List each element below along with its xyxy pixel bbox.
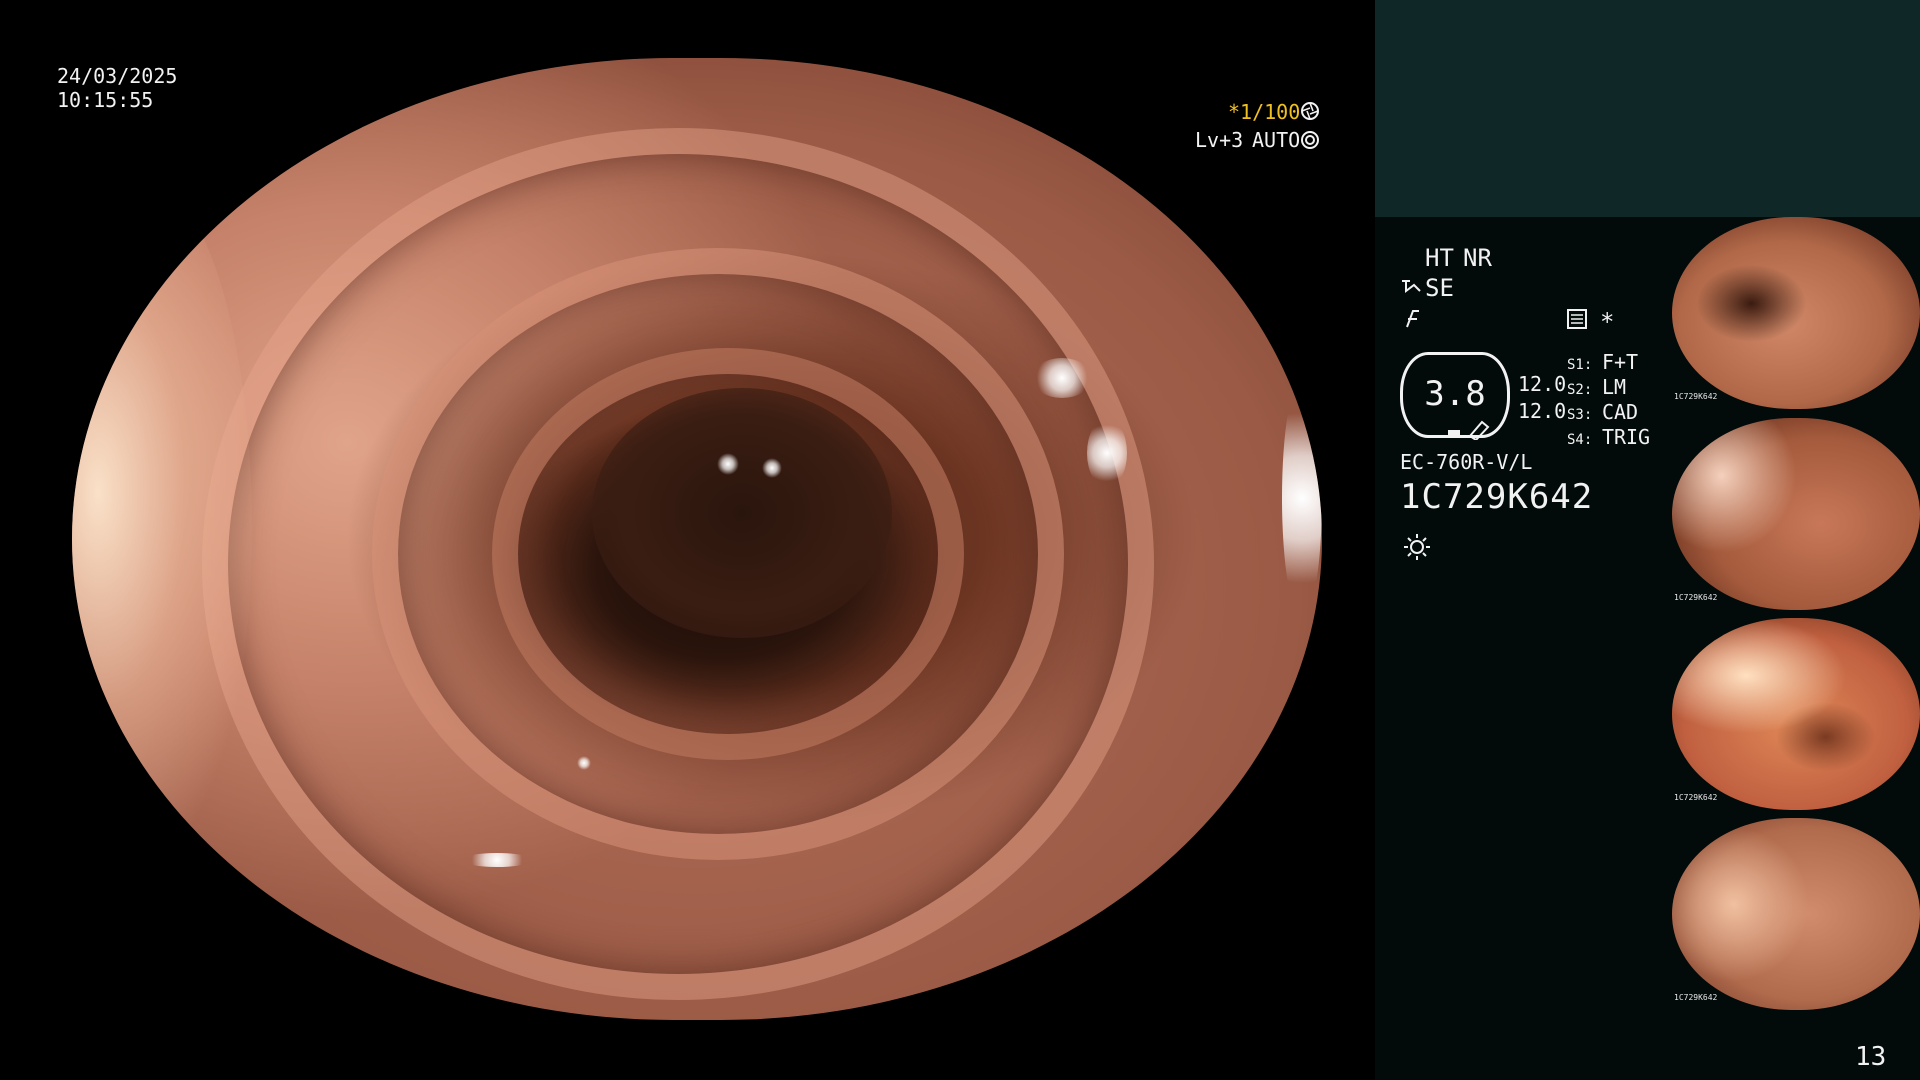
scope-model: EC-760R-V/L [1400,450,1533,474]
shutter-speed: *1/100 [1228,100,1301,124]
switch-value: LM [1601,375,1627,399]
switch-item: S3: CAD [1567,400,1639,424]
iris-mode: AUTO [1252,128,1301,152]
switch-value: F+T [1601,350,1639,374]
switch-key: S4 [1567,432,1584,448]
switch-value: TRIG [1601,425,1651,449]
zoom-value-2: 12.0 [1518,399,1567,423]
thumbnail-4[interactable] [1672,818,1920,1010]
thumbnail-3[interactable] [1672,618,1920,810]
page-number: 13 [1855,1042,1887,1072]
endoscope-view [72,58,1322,1020]
pencil-icon [1468,418,1492,444]
iris-icon [1300,130,1320,154]
zoom-value-1: 12.0 [1518,372,1567,396]
light-source-icon [1402,532,1432,566]
scale-bar [1448,430,1460,438]
switch-item: S2: LM [1567,375,1627,399]
exam-date: 24/03/2025 [57,64,178,88]
thumbnail-caption: 1C729K642 [1674,793,1718,802]
thumbnail-caption: 1C729K642 [1674,392,1718,401]
color-mode-icon [1402,307,1424,333]
scope-serial: 1C729K642 [1400,477,1594,517]
nr-label: NR [1463,244,1492,272]
structure-enhance-icon [1400,277,1424,301]
thumbnail-1[interactable] [1672,217,1920,409]
thumbnail-2[interactable] [1672,418,1920,610]
thumbnail-caption: 1C729K642 [1674,993,1718,1002]
se-label: SE [1425,274,1454,302]
aperture-icon [1300,101,1320,125]
settings-grid-icon [1566,308,1588,334]
switch-value: CAD [1601,400,1639,424]
exam-time: 10:15:55 [57,88,154,112]
thumbnail-caption: 1C729K642 [1674,593,1718,602]
mode-asterisk: * [1600,308,1615,336]
switch-list: S1: F+T S2: LM S3: CAD S4: TRIG [1567,350,1650,450]
switch-key: S2 [1567,382,1584,398]
info-panel-header [1375,0,1920,217]
brightness-level: Lv+3 [1195,128,1244,152]
scale-value: 3.8 [1424,374,1486,414]
switch-item: S1: F+T [1567,350,1639,374]
switch-key: S3 [1567,407,1584,423]
ht-label: HT [1425,244,1454,272]
switch-key: S1 [1567,357,1584,373]
switch-item: S4: TRIG [1567,425,1651,449]
